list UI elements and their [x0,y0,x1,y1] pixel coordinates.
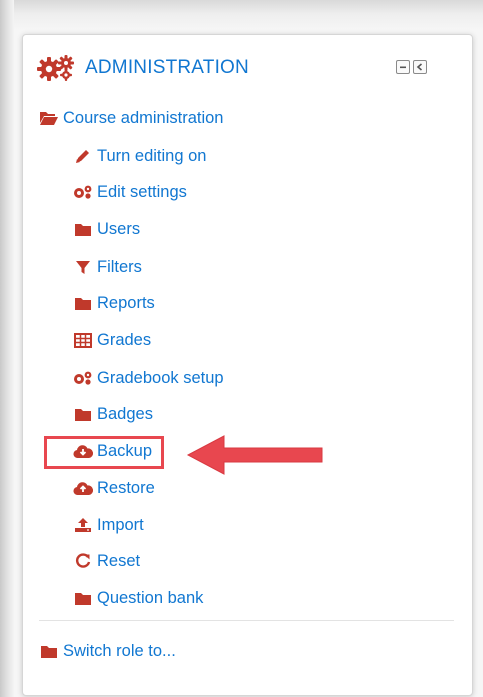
folder-icon [73,294,93,312]
gears-icon [73,183,93,201]
upload-icon [73,516,93,534]
menu-item-grades[interactable]: Grades [73,327,151,353]
cloud-upload-icon [73,479,93,497]
menu-item-label: Reset [97,551,141,570]
pencil-icon [73,147,93,165]
menu-item-restore[interactable]: Restore [73,475,155,501]
folder-icon [73,220,93,238]
menu-item-question-bank[interactable]: Question bank [73,585,203,611]
menu-item-label: Turn editing on [97,146,207,165]
menu-item-label: Badges [97,404,153,423]
table-icon [73,331,93,349]
gears-icon [37,54,77,82]
divider [39,620,454,621]
dock-icon[interactable] [413,60,427,74]
minimize-icon[interactable] [396,60,410,74]
menu-item-gradebook-setup[interactable]: Gradebook setup [73,365,224,391]
folder-icon [73,405,93,423]
switch-role-label: Switch role to... [63,641,176,660]
menu-item-badges[interactable]: Badges [73,401,153,427]
folder-icon [39,642,59,660]
course-administration-label: Course administration [63,108,224,127]
block-title: ADMINISTRATION [85,57,249,78]
course-administration-node[interactable]: Course administration [39,105,224,131]
folder-icon [73,589,93,607]
filter-icon [73,258,93,276]
menu-item-turn-editing-on[interactable]: Turn editing on [73,143,206,169]
menu-item-label: Users [97,219,141,238]
menu-item-reset[interactable]: Reset [73,548,140,574]
menu-item-label: Edit settings [97,182,187,201]
block-controls [396,60,427,74]
menu-item-filters[interactable]: Filters [73,254,142,280]
gears-icon [73,369,93,387]
menu-item-label: Gradebook setup [97,368,224,387]
menu-item-import[interactable]: Import [73,512,144,538]
menu-item-edit-settings[interactable]: Edit settings [73,179,187,205]
menu-item-reports[interactable]: Reports [73,290,155,316]
refresh-icon [73,552,93,570]
menu-item-label: Filters [97,257,142,276]
folder-open-icon [39,109,59,127]
menu-item-label: Restore [97,478,155,497]
menu-item-label: Grades [97,330,152,349]
menu-item-users[interactable]: Users [73,216,140,242]
menu-item-label: Reports [97,293,155,312]
pointer-arrow-icon [182,430,332,485]
restore-highlight-box [44,436,164,469]
switch-role-node[interactable]: Switch role to... [39,638,176,664]
menu-item-label: Import [97,515,144,534]
block-header: ADMINISTRATION [37,53,249,83]
administration-block: ADMINISTRATION Course administration Tur… [22,34,473,696]
window-edge [0,0,14,697]
menu-item-label: Question bank [97,588,204,607]
